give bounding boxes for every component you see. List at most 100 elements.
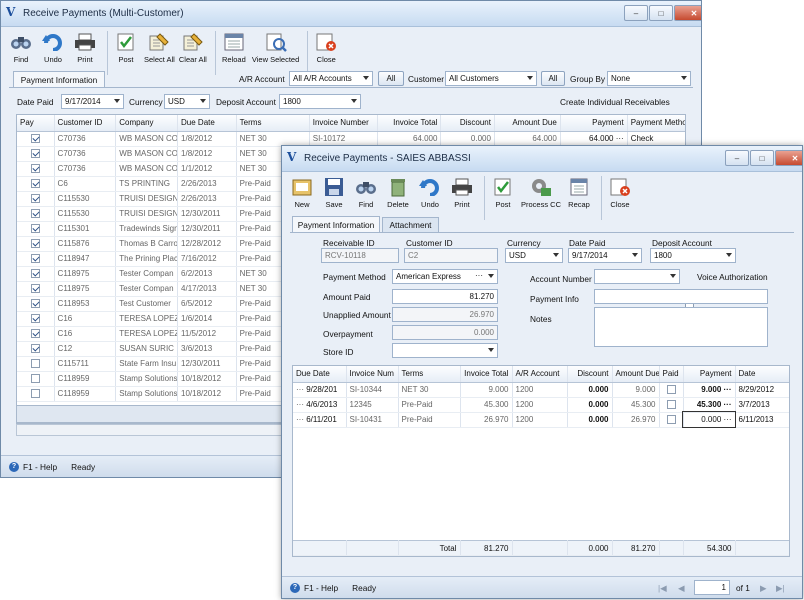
minimize-button[interactable]: – <box>624 5 648 21</box>
column-header[interactable]: Customer ID <box>54 115 117 132</box>
prev-page-icon[interactable]: ◀ <box>678 583 684 593</box>
column-header[interactable]: Invoice Num <box>346 366 399 383</box>
paid-checkbox[interactable] <box>666 400 676 410</box>
clear-all-button[interactable]: Clear All <box>179 31 207 64</box>
reload-button[interactable]: Reload <box>220 31 248 64</box>
column-header[interactable]: Invoice Total <box>377 115 442 132</box>
column-header[interactable]: Company <box>115 115 179 132</box>
maximize-button[interactable]: □ <box>649 5 673 21</box>
currency-select[interactable]: USD <box>164 94 210 109</box>
minimize-button[interactable]: – <box>725 150 749 166</box>
store-id-select[interactable] <box>392 343 498 358</box>
close-button[interactable]: Close <box>606 176 634 209</box>
recap-button[interactable]: Recap <box>565 176 593 209</box>
pay-checkbox[interactable] <box>30 374 40 384</box>
pay-checkbox[interactable] <box>30 269 40 279</box>
notes-textarea[interactable] <box>594 307 768 347</box>
last-page-icon[interactable]: ▶| <box>776 583 785 593</box>
process-cc-button[interactable]: Process CC <box>521 176 561 209</box>
pay-checkbox[interactable] <box>30 344 40 354</box>
customer-all-button[interactable]: All <box>541 71 565 86</box>
payment-info-input[interactable] <box>594 289 768 304</box>
pay-cell <box>17 221 55 237</box>
pay-checkbox[interactable] <box>30 314 40 324</box>
column-header[interactable]: Due Date <box>177 115 237 132</box>
group-by-select[interactable]: None <box>607 71 691 86</box>
deposit-account-select[interactable]: 1800 <box>279 94 361 109</box>
table-row[interactable]: ··· 6/11/201 SI-10431 Pre-Paid 26.970 1200 0.… <box>293 411 789 428</box>
help-label[interactable]: F1 - Help <box>23 462 57 472</box>
table-row[interactable]: ··· 4/6/2013 12345 Pre-Paid 45.300 1200 0.000… <box>293 397 789 413</box>
deposit-account-select[interactable]: 1800 <box>650 248 736 263</box>
post-button[interactable]: Post <box>112 31 140 64</box>
paid-checkbox[interactable] <box>666 385 676 395</box>
column-header[interactable]: Invoice Number <box>309 115 378 132</box>
cell-due: 3/6/2013 <box>177 341 237 357</box>
undo-button[interactable]: Undo <box>39 31 67 64</box>
close-window-button[interactable]: ✕ <box>674 5 701 21</box>
ar-all-button[interactable]: All <box>378 71 404 86</box>
column-header[interactable]: Terms <box>398 366 461 383</box>
payment-method-select[interactable]: American Express ··· <box>392 269 498 284</box>
account-number-select[interactable] <box>594 269 680 284</box>
maximize-button[interactable]: □ <box>750 150 774 166</box>
column-header[interactable]: Terms <box>236 115 310 132</box>
find-button[interactable]: Find <box>352 176 380 209</box>
date-paid-input[interactable]: 9/17/2014 <box>61 94 124 109</box>
column-header[interactable]: Amount Due <box>612 366 660 383</box>
pay-checkbox[interactable] <box>30 134 40 144</box>
tab-payment-information[interactable]: Payment Information <box>292 216 380 232</box>
pay-checkbox[interactable] <box>30 284 40 294</box>
column-header[interactable]: A/R Account <box>512 366 568 383</box>
pay-checkbox[interactable] <box>30 359 40 369</box>
date-paid-input[interactable]: 9/17/2014 <box>568 248 642 263</box>
pay-checkbox[interactable] <box>30 329 40 339</box>
column-header[interactable]: Discount <box>567 366 613 383</box>
pay-checkbox[interactable] <box>30 209 40 219</box>
pay-checkbox[interactable] <box>30 149 40 159</box>
save-button[interactable]: Save <box>320 176 348 209</box>
column-header[interactable]: Payment <box>560 115 628 132</box>
close-button[interactable]: Close <box>312 31 340 64</box>
undo-button[interactable]: Undo <box>416 176 444 209</box>
pay-checkbox[interactable] <box>30 389 40 399</box>
table-row[interactable]: ··· 9/28/201 SI-10344 NET 30 9.000 1200 0.000… <box>293 382 789 398</box>
print-button[interactable]: Print <box>448 176 476 209</box>
column-header[interactable]: Invoice Total <box>460 366 513 383</box>
tab-attachment[interactable]: Attachment <box>382 217 439 232</box>
column-header[interactable]: Date <box>735 366 789 383</box>
find-button[interactable]: Find <box>7 31 35 64</box>
page-number-input[interactable]: 1 <box>694 580 730 595</box>
customer-select[interactable]: All Customers <box>445 71 537 86</box>
new-button[interactable]: New <box>288 176 316 209</box>
column-header[interactable]: Payment <box>683 366 736 383</box>
next-page-icon[interactable]: ▶ <box>760 583 766 593</box>
pay-checkbox[interactable] <box>30 164 40 174</box>
pay-checkbox[interactable] <box>30 254 40 264</box>
amount-paid-input[interactable]: 81.270 <box>392 289 498 304</box>
post-button[interactable]: Post <box>489 176 517 209</box>
column-header[interactable]: Pay <box>17 115 55 132</box>
pay-checkbox[interactable] <box>30 299 40 309</box>
paid-checkbox[interactable] <box>666 415 676 425</box>
first-page-icon[interactable]: |◀ <box>658 583 667 593</box>
print-button[interactable]: Print <box>71 31 99 64</box>
pay-checkbox[interactable] <box>30 194 40 204</box>
column-header[interactable]: Payment Method <box>627 115 685 132</box>
close-window-button[interactable]: ✕ <box>775 150 802 166</box>
column-header[interactable]: Paid <box>659 366 684 383</box>
ar-account-select[interactable]: All A/R Accounts <box>289 71 373 86</box>
delete-button[interactable]: Delete <box>384 176 412 209</box>
select-all-button[interactable]: Select All <box>144 31 175 64</box>
pay-checkbox[interactable] <box>30 179 40 189</box>
column-header[interactable]: Discount <box>440 115 495 132</box>
tab-payment-information[interactable]: Payment Information <box>13 71 105 87</box>
currency-select[interactable]: USD <box>505 248 563 263</box>
help-label[interactable]: F1 - Help <box>304 583 338 593</box>
view-selected-button[interactable]: View Selected <box>252 31 299 64</box>
pay-checkbox[interactable] <box>30 224 40 234</box>
pay-checkbox[interactable] <box>30 239 40 249</box>
column-header[interactable]: Amount Due <box>494 115 561 132</box>
column-header[interactable]: Due Date <box>293 366 347 383</box>
table-row[interactable]: C70736 WB MASON CO 1/8/2012 NET 30 SI-10172 6… <box>17 131 685 147</box>
